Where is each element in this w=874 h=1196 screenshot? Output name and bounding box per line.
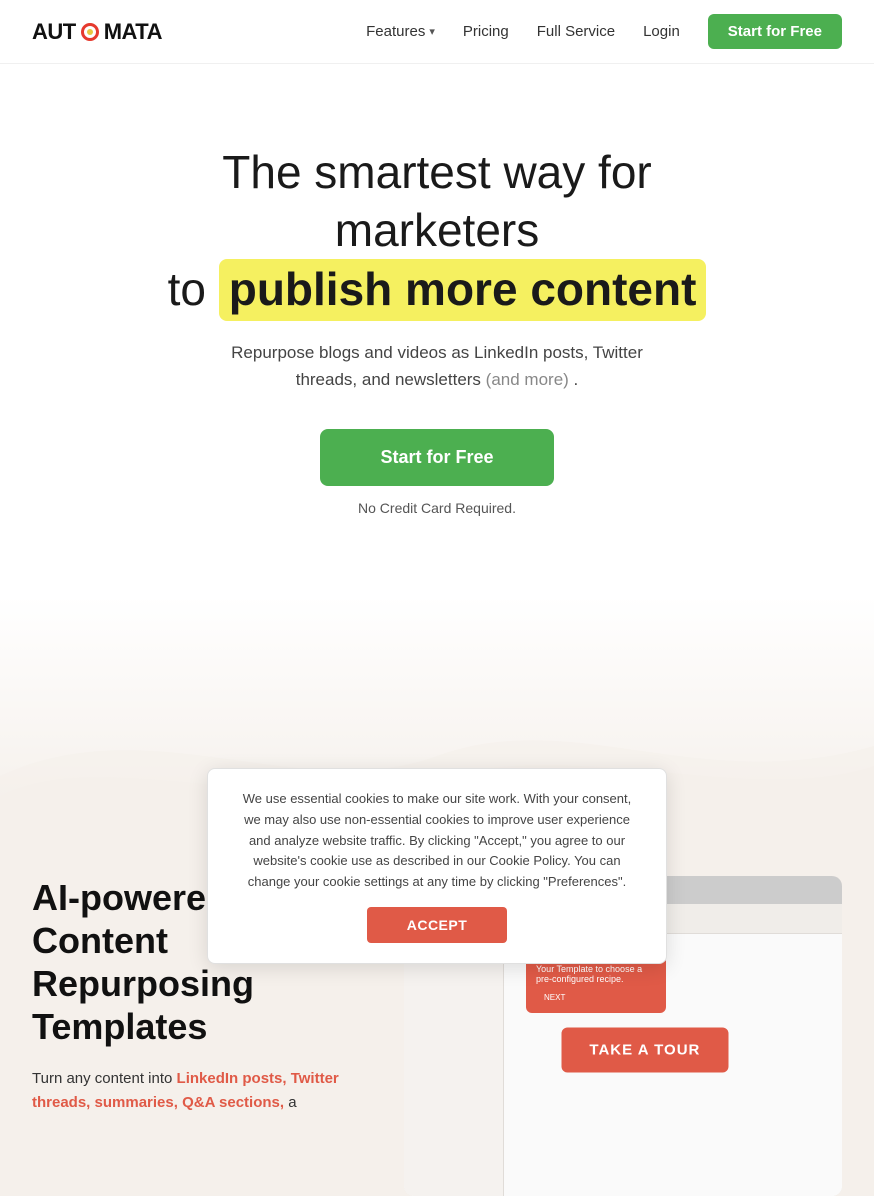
no-cc-text: No Credit Card Required. <box>40 500 834 516</box>
nav-login[interactable]: Login <box>643 23 680 40</box>
nav-features[interactable]: Features ▾ <box>366 23 435 40</box>
nav-cta-button[interactable]: Start for Free <box>708 14 842 49</box>
logo-text-after: MATA <box>104 19 162 45</box>
cookie-accept-button[interactable]: ACCEPT <box>367 907 508 943</box>
chevron-down-icon: ▾ <box>429 25 435 38</box>
nav-pricing[interactable]: Pricing <box>463 23 509 40</box>
screenshot-card: Your Template to choose a pre-configured… <box>526 956 666 1013</box>
hero-highlight: publish more content <box>219 259 707 321</box>
cookie-banner: We use essential cookies to make our sit… <box>207 768 667 964</box>
features-body: Turn any content into LinkedIn posts, Tw… <box>32 1067 372 1115</box>
hero-title: The smartest way for marketers to publis… <box>40 144 834 321</box>
logo-text-before: AUT <box>32 19 76 45</box>
hero-and-more: (and more) <box>486 370 569 389</box>
nav-full-service[interactable]: Full Service <box>537 23 615 40</box>
screenshot-next-btn[interactable]: NEXT <box>536 990 573 1005</box>
hero-section: The smartest way for marketers to publis… <box>0 64 874 576</box>
hero-cta-button[interactable]: Start for Free <box>320 429 553 486</box>
logo[interactable]: AUT MATA <box>32 19 162 45</box>
take-tour-button[interactable]: TAKE A TOUR <box>561 1027 728 1072</box>
hero-subtitle: Repurpose blogs and videos as LinkedIn p… <box>227 339 647 393</box>
logo-icon <box>81 23 99 41</box>
navbar: AUT MATA Features ▾ Pricing Full Service… <box>0 0 874 64</box>
nav-links: Features ▾ Pricing Full Service Login St… <box>366 14 842 49</box>
cookie-text: We use essential cookies to make our sit… <box>236 789 638 893</box>
